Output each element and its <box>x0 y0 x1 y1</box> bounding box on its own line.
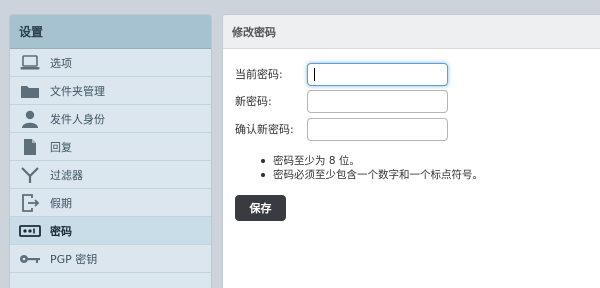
filter-icon <box>19 166 41 184</box>
confirm-password-input[interactable] <box>307 117 448 141</box>
new-password-input[interactable] <box>307 89 448 113</box>
laptop-icon <box>19 54 41 72</box>
sidebar-item-label: 选项 <box>50 56 72 70</box>
sidebar-item-password[interactable]: 密码 <box>10 217 211 245</box>
sidebar-item-pgp-keys[interactable]: PGP 密钥 <box>10 245 211 273</box>
password-rules-list: 密码至少为 8 位。 密码必须至少包含一个数字和一个标点符号。 <box>259 154 483 182</box>
save-button[interactable]: 保存 <box>235 195 286 221</box>
current-password-label: 当前密码: <box>235 68 283 81</box>
sidebar-item-options[interactable]: 选项 <box>10 49 211 77</box>
sidebar-item-label: 文件夹管理 <box>50 84 105 98</box>
new-password-label: 新密码: <box>235 95 272 108</box>
settings-sidebar: 设置 选项 文件夹管理 发件人身份 回复 过滤器 假期 密码 PGP 密钥 <box>9 14 212 288</box>
key-icon <box>19 250 41 268</box>
document-icon <box>19 138 41 156</box>
exit-icon <box>19 193 41 212</box>
sidebar-title: 设置 <box>10 15 211 49</box>
password-icon <box>19 222 41 240</box>
panel-title: 修改密码 <box>223 15 600 49</box>
sidebar-item-label: 假期 <box>50 196 72 210</box>
sidebar-item-filters[interactable]: 过滤器 <box>10 161 211 189</box>
sidebar-item-label: 密码 <box>50 224 72 238</box>
sidebar-item-label: 发件人身份 <box>50 112 105 126</box>
confirm-password-row: 确认新密码: <box>223 117 448 141</box>
current-password-row: 当前密码: <box>223 62 448 86</box>
sidebar-item-responses[interactable]: 回复 <box>10 133 211 161</box>
folder-icon <box>19 82 41 100</box>
password-rule: 密码必须至少包含一个数字和一个标点符号。 <box>259 168 483 182</box>
current-password-input[interactable] <box>307 62 448 86</box>
new-password-row: 新密码: <box>223 89 448 113</box>
sidebar-item-label: PGP 密钥 <box>50 252 98 266</box>
sidebar-item-folders[interactable]: 文件夹管理 <box>10 77 211 105</box>
change-password-panel: 修改密码 当前密码: 新密码: 确认新密码: 密码至少为 8 位。 密码必须至少… <box>222 14 600 288</box>
sidebar-item-label: 过滤器 <box>50 168 83 182</box>
confirm-password-label: 确认新密码: <box>235 123 294 136</box>
sidebar-list: 选项 文件夹管理 发件人身份 回复 过滤器 假期 密码 PGP 密钥 <box>10 49 211 273</box>
text-caret <box>314 67 315 81</box>
sidebar-item-label: 回复 <box>50 140 72 154</box>
sidebar-item-vacation[interactable]: 假期 <box>10 189 211 217</box>
password-rule: 密码至少为 8 位。 <box>259 154 483 168</box>
sidebar-item-identities[interactable]: 发件人身份 <box>10 105 211 133</box>
user-icon <box>19 110 41 128</box>
